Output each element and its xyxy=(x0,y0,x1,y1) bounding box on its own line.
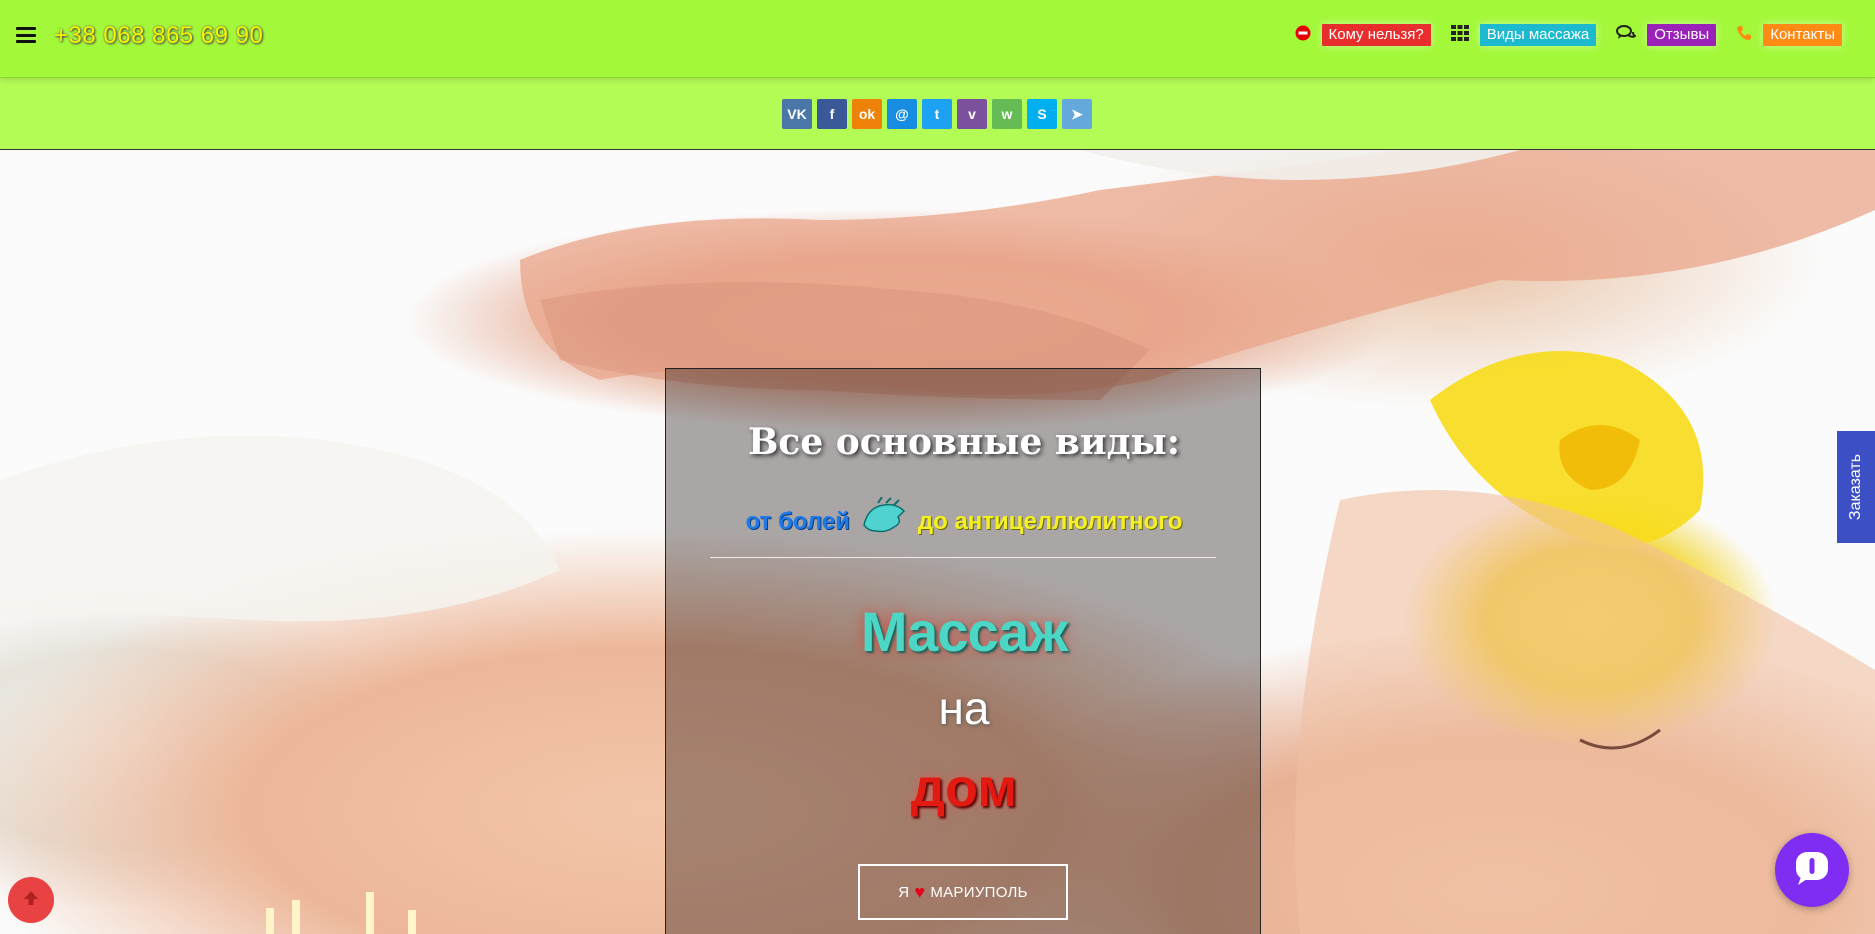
top-navigation-bar: +38 068 865 69 90 Кому нельзя? Виды масс… xyxy=(0,0,1875,78)
city-name: МАРИУПОЛЬ xyxy=(930,883,1028,901)
subtitle-left: от болей xyxy=(745,507,850,535)
nav-label-contacts: Контакты xyxy=(1763,24,1842,46)
hero-section: Все основные виды: от болей до антицеллю… xyxy=(0,150,1875,934)
facebook-icon[interactable]: f xyxy=(817,99,847,129)
hero-na-word: на xyxy=(938,682,990,734)
viber-icon[interactable]: v xyxy=(957,99,987,129)
hero-title: Все основные виды: xyxy=(747,421,1181,463)
twitter-icon[interactable]: t xyxy=(922,99,952,129)
moimir-icon[interactable]: @ xyxy=(887,99,917,129)
hero-overlay-box: Все основные виды: от болей до антицеллю… xyxy=(665,368,1261,934)
nav-item-contacts[interactable]: Контакты xyxy=(1736,24,1842,46)
nav-item-contraindications[interactable]: Кому нельзя? xyxy=(1295,24,1431,46)
subtitle-right: до антицеллюлитного xyxy=(917,507,1183,535)
massage-hands-icon xyxy=(858,496,910,546)
order-side-tab[interactable]: Заказать xyxy=(1837,431,1875,543)
candle-decoration xyxy=(292,900,300,934)
whatsapp-icon[interactable]: w xyxy=(992,99,1022,129)
hero-divider xyxy=(710,557,1216,558)
candle-decoration xyxy=(266,908,274,934)
hero-massage-word: Массаж xyxy=(860,600,1068,663)
nav-item-reviews[interactable]: Отзывы xyxy=(1616,24,1717,46)
nav-label-massage-types: Виды массажа xyxy=(1479,24,1597,46)
grid-icon xyxy=(1450,24,1469,46)
vk-icon[interactable]: VK xyxy=(782,99,812,129)
nav-item-massage-types[interactable]: Виды массажа xyxy=(1450,24,1597,46)
candle-decoration xyxy=(366,892,374,934)
chat-widget-button[interactable] xyxy=(1775,833,1849,907)
order-label: Заказать xyxy=(1847,453,1864,521)
city-prefix: Я xyxy=(898,883,910,901)
share-buttons: VK f ok @ t v w S ➤ xyxy=(782,99,1097,129)
phone-icon xyxy=(1736,25,1752,46)
arrow-up-icon xyxy=(22,889,40,912)
telegram-icon[interactable]: ➤ xyxy=(1062,99,1092,129)
comments-icon xyxy=(1616,24,1638,46)
heart-icon: ♥ xyxy=(914,881,926,902)
no-entry-icon xyxy=(1295,25,1311,46)
city-button[interactable]: Я ♥ МАРИУПОЛЬ xyxy=(858,864,1068,920)
scroll-to-top-button[interactable] xyxy=(8,877,54,923)
chat-icon xyxy=(1793,849,1831,892)
share-bar: VK f ok @ t v w S ➤ xyxy=(0,78,1875,150)
skype-icon[interactable]: S xyxy=(1027,99,1057,129)
main-nav: Кому нельзя? Виды массажа Отзывы Контакт… xyxy=(1275,24,1842,46)
odnoklassniki-icon[interactable]: ok xyxy=(852,99,882,129)
candle-decoration xyxy=(408,910,416,934)
hero-subtitle: от болей до антицеллюлитного xyxy=(706,496,1222,546)
nav-label-contraindications: Кому нельзя? xyxy=(1321,24,1431,46)
menu-icon[interactable] xyxy=(16,27,36,43)
phone-number[interactable]: +38 068 865 69 90 xyxy=(54,22,263,50)
hero-dom-word: дом xyxy=(910,758,1018,818)
nav-label-reviews: Отзывы xyxy=(1647,24,1717,46)
